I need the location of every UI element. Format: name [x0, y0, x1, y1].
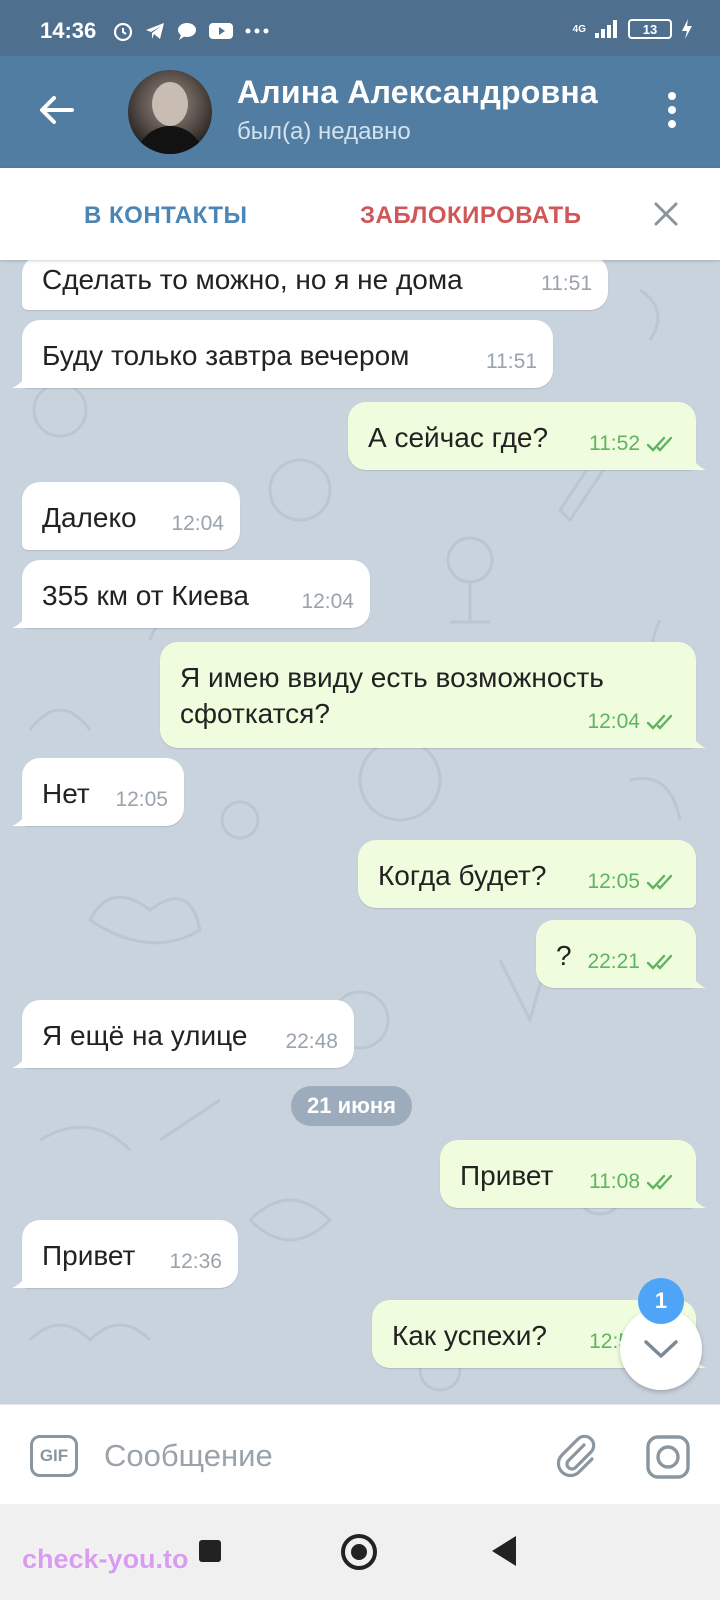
status-notification-icons: [112, 20, 270, 42]
message-time: 22:21: [587, 950, 680, 974]
block-user-button[interactable]: ЗАБЛОКИРОВАТЬ: [360, 202, 581, 230]
bubble-tail: [690, 1192, 706, 1208]
message-incoming[interactable]: Сделать то можно, но я не дома 11:51: [22, 260, 608, 310]
message-text: Сделать то можно, но я не дома: [42, 264, 463, 295]
message-time: 22:48: [285, 1030, 338, 1053]
battery-icon: 13: [628, 19, 672, 39]
message-text-line-1: Я имею ввиду есть возможность: [180, 662, 604, 693]
bubble-tail: [12, 372, 28, 388]
battery-level: 13: [642, 21, 658, 37]
message-text: Привет: [42, 1240, 136, 1271]
double-check-icon: [646, 1174, 673, 1190]
avatar-face: [152, 82, 188, 126]
camera-icon[interactable]: [644, 1433, 692, 1481]
avatar-body: [136, 126, 204, 154]
bubble-tail: [690, 454, 706, 470]
message-list[interactable]: Сделать то можно, но я не дома 11:51 Буд…: [0, 260, 720, 1404]
more-notifications-icon: [245, 28, 269, 34]
message-time: 12:05: [115, 788, 168, 811]
double-check-icon: [646, 874, 673, 890]
message-outgoing[interactable]: А сейчас где? 11:52: [348, 402, 706, 470]
message-outgoing[interactable]: Когда будет? 12:05: [358, 840, 696, 908]
double-check-icon: [646, 954, 673, 970]
double-check-icon: [646, 436, 673, 452]
message-text: Привет: [460, 1160, 554, 1191]
bubble-tail: [12, 1272, 28, 1288]
watermark-text: check-you.to: [22, 1544, 189, 1574]
back-arrow-icon[interactable]: [36, 90, 76, 130]
message-incoming[interactable]: Привет 12:36: [12, 1220, 238, 1288]
paperclip-icon[interactable]: [552, 1431, 600, 1479]
message-incoming[interactable]: Буду только завтра вечером 11:51: [12, 320, 553, 388]
add-to-contacts-button[interactable]: В КОНТАКТЫ: [84, 202, 248, 230]
chat-bubble-icon: [178, 23, 196, 40]
unread-count-badge: 1: [638, 1278, 684, 1324]
status-system-icons: 4G 13: [573, 18, 694, 40]
message-text: Как успехи?: [392, 1320, 547, 1351]
status-time: 14:36: [40, 18, 97, 43]
message-incoming[interactable]: 355 км от Киева 12:04: [12, 560, 370, 628]
alarm-icon: [113, 22, 133, 42]
contact-action-bar: В КОНТАКТЫ ЗАБЛОКИРОВАТЬ: [0, 168, 720, 260]
message-time: 11:51: [486, 350, 537, 373]
chat-header: Алина Александровна был(а) недавно: [0, 56, 720, 168]
message-text: ?: [556, 940, 572, 971]
message-text: Нет: [42, 778, 90, 809]
message-time: 12:04: [171, 512, 224, 535]
charging-icon: [682, 19, 692, 39]
message-text: Я ещё на улице: [42, 1020, 248, 1051]
contact-status: был(а) недавно: [237, 118, 411, 145]
message-incoming[interactable]: Я ещё на улице 22:48: [12, 1000, 354, 1068]
avatar[interactable]: [128, 70, 212, 154]
contact-name[interactable]: Алина Александровна: [237, 74, 598, 111]
system-navigation-bar: check-you.to: [0, 1504, 720, 1600]
message-text: 355 км от Киева: [42, 580, 249, 611]
message-text: А сейчас где?: [368, 422, 549, 453]
message-time: 12:04: [587, 710, 680, 734]
bubble-tail: [690, 972, 706, 988]
message-time: 11:08: [589, 1170, 680, 1194]
message-text: Когда будет?: [378, 860, 547, 891]
double-check-icon: [646, 714, 673, 730]
message-incoming[interactable]: Нет 12:05: [12, 758, 184, 826]
message-outgoing[interactable]: ? 22:21: [536, 920, 706, 988]
bubble-tail: [12, 1052, 28, 1068]
signal-icon: [595, 20, 617, 38]
message-time: 12:04: [301, 590, 354, 613]
gif-icon[interactable]: GIF: [30, 1435, 78, 1477]
message-time: 12:36: [169, 1250, 222, 1273]
message-composer: GIF: [0, 1404, 720, 1504]
telegram-icon: [146, 23, 164, 39]
message-input[interactable]: [104, 1435, 524, 1477]
message-text-line-2: сфоткатся?: [180, 698, 330, 729]
network-type: 4G: [572, 23, 586, 35]
recent-apps-button[interactable]: [199, 1540, 221, 1562]
system-back-button[interactable]: [492, 1536, 516, 1566]
date-separator: 21 июня: [291, 1086, 413, 1126]
more-options-icon[interactable]: [668, 92, 678, 128]
message-text: Буду только завтра вечером: [42, 340, 410, 371]
message-time: 12:05: [587, 870, 680, 894]
message-outgoing[interactable]: Я имею ввиду есть возможность сфоткатся?…: [160, 642, 706, 748]
message-outgoing[interactable]: Привет 11:08: [440, 1140, 706, 1208]
status-bar: 14:36 4G 13: [0, 0, 720, 56]
bubble-tail: [690, 732, 706, 748]
bubble-tail: [12, 810, 28, 826]
close-icon[interactable]: [652, 200, 680, 228]
youtube-icon: [209, 23, 233, 39]
message-text: Далеко: [42, 502, 137, 533]
message-incoming[interactable]: Далеко 12:04: [22, 482, 240, 550]
message-time: 11:51: [541, 272, 592, 295]
message-time: 11:52: [589, 432, 680, 456]
home-button[interactable]: [341, 1534, 377, 1570]
bubble-tail: [12, 612, 28, 628]
chevron-down-icon: [644, 1340, 678, 1358]
